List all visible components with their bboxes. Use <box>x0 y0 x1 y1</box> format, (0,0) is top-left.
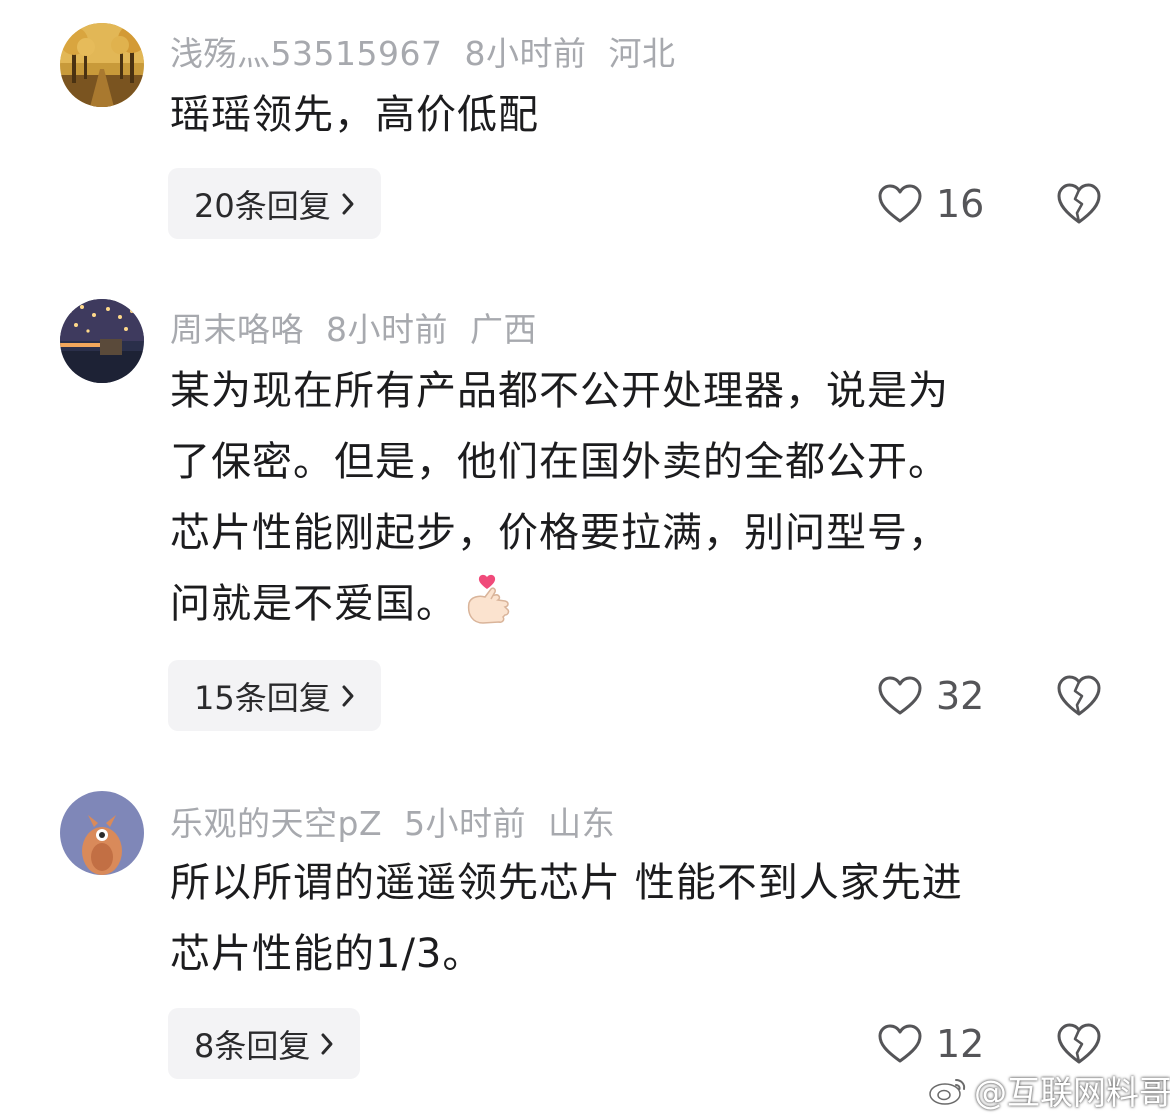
reply-count-label: 15条回复 <box>194 678 331 717</box>
comment-line: 了保密。但是，他们在国外卖的全都公开。 <box>170 439 949 485</box>
comment-text: 所以所谓的遥遥领先芯片 性能不到人家先进 芯片性能的1/3。 <box>170 848 1110 990</box>
comment-line-with-emoji: 问就是不爱国。 <box>170 569 1110 652</box>
dislike-button[interactable] <box>1056 674 1102 718</box>
like-button[interactable]: 32 <box>878 671 984 721</box>
watermark-text: @互联网料哥 <box>974 1073 1170 1112</box>
username[interactable]: 乐观的天空pZ <box>170 804 382 843</box>
heart-icon <box>878 1024 922 1063</box>
chevron-right-icon <box>320 1032 334 1056</box>
like-count: 12 <box>936 1022 985 1066</box>
comment-line: 瑶瑶领先，高价低配 <box>170 92 539 138</box>
user-avatar[interactable] <box>60 791 144 875</box>
user-avatar[interactable] <box>60 23 144 107</box>
reply-count-label: 20条回复 <box>194 186 331 225</box>
broken-heart-icon <box>1057 183 1101 224</box>
like-button[interactable]: 16 <box>878 179 984 229</box>
weibo-icon <box>929 1079 966 1105</box>
autumn-trees-avatar-icon <box>60 23 144 107</box>
comment-meta: 浅殇灬53515967 8小时前 河北 <box>170 27 697 75</box>
comment-line: 某为现在所有产品都不公开处理器，说是为 <box>170 368 949 414</box>
comment-line: 所以所谓的遥遥领先芯片 性能不到人家先进 <box>170 860 963 906</box>
comment-list: 浅殇灬53515967 8小时前 河北 瑶瑶领先，高价低配 20条回复 16 周… <box>0 0 1170 1119</box>
comment-meta: 周末咯咯 8小时前 广西 <box>170 303 559 351</box>
comment-time: 8小时前 <box>326 310 448 349</box>
like-button[interactable]: 12 <box>878 1019 984 1069</box>
comment-meta: 乐观的天空pZ 5小时前 山东 <box>170 797 637 845</box>
like-count: 16 <box>936 182 985 226</box>
heart-icon <box>878 184 922 223</box>
comment-location: 河北 <box>608 34 676 73</box>
username[interactable]: 周末咯咯 <box>170 310 304 349</box>
view-replies-button[interactable]: 20条回复 <box>168 168 381 239</box>
broken-heart-icon <box>1057 675 1101 716</box>
chevron-right-icon <box>341 192 355 216</box>
night-lanterns-avatar-icon <box>60 299 144 383</box>
watermark: @互联网料哥 <box>928 1066 1170 1114</box>
heart-icon <box>878 676 922 715</box>
broken-heart-icon <box>1057 1023 1101 1064</box>
comment-line: 芯片性能刚起步，价格要拉满，别问型号， <box>170 510 949 556</box>
comment-text: 瑶瑶领先，高价低配 <box>170 80 1110 151</box>
comment-location: 山东 <box>548 804 616 843</box>
dislike-button[interactable] <box>1056 182 1102 226</box>
user-avatar[interactable] <box>60 299 144 383</box>
chevron-right-icon <box>341 684 355 708</box>
comment-line: 芯片性能的1/3。 <box>170 931 484 977</box>
comment-time: 8小时前 <box>464 34 587 73</box>
view-replies-button[interactable]: 15条回复 <box>168 660 381 731</box>
finger-heart-emoji-icon <box>461 573 513 652</box>
username[interactable]: 浅殇灬53515967 <box>170 34 442 73</box>
comment-time: 5小时前 <box>404 804 527 843</box>
view-replies-button[interactable]: 8条回复 <box>168 1008 361 1079</box>
comment-line-text: 问就是不爱国。 <box>170 581 457 627</box>
comment-text: 某为现在所有产品都不公开处理器，说是为 了保密。但是，他们在国外卖的全都公开。 … <box>170 356 1110 652</box>
like-count: 32 <box>936 674 985 718</box>
reply-count-label: 8条回复 <box>194 1026 311 1065</box>
comment-location: 广西 <box>470 310 537 349</box>
dislike-button[interactable] <box>1056 1022 1102 1066</box>
cartoon-creature-avatar-icon <box>60 791 144 875</box>
